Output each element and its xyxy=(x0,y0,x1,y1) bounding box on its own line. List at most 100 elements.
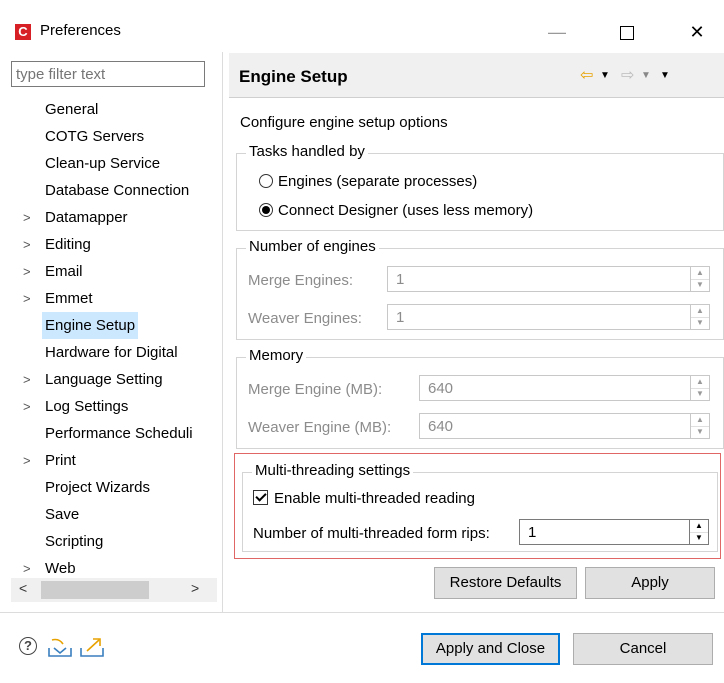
radio-designer-indicator[interactable] xyxy=(259,203,273,217)
expand-chevron-icon[interactable]: > xyxy=(23,393,31,420)
forward-dropdown-icon[interactable]: ▼ xyxy=(641,70,651,81)
tasks-group: Tasks handled by xyxy=(236,143,724,231)
tree-item-label: COTG Servers xyxy=(45,128,145,145)
restore-defaults-button[interactable]: Restore Defaults xyxy=(434,567,577,599)
tree-item-label: Scripting xyxy=(45,533,104,550)
forward-arrow-icon[interactable]: ⇨ xyxy=(621,65,634,85)
apply-and-close-button[interactable]: Apply and Close xyxy=(421,633,560,665)
radio-engines-indicator[interactable] xyxy=(259,174,273,188)
maximize-button[interactable] xyxy=(604,14,650,50)
app-logo-icon: C xyxy=(15,24,31,40)
apply-button[interactable]: Apply xyxy=(585,567,715,599)
tree-horizontal-scrollbar[interactable]: < > xyxy=(11,578,217,602)
radio-designer[interactable]: Connect Designer (uses less memory) xyxy=(259,202,533,219)
merge-memory-spinner: 640 ▲ ▼ xyxy=(419,375,710,401)
tree-item[interactable]: COTG Servers xyxy=(11,123,217,150)
tree-item-label: General xyxy=(45,101,99,118)
weaver-engines-label: Weaver Engines: xyxy=(248,310,362,327)
filter-input[interactable] xyxy=(11,61,205,87)
checkbox-checked-icon[interactable] xyxy=(253,490,268,505)
spin-down-icon: ▼ xyxy=(696,280,704,289)
tree-item-label: Emmet xyxy=(45,290,93,307)
footer-divider xyxy=(0,612,724,613)
tree-item[interactable]: > Print xyxy=(11,447,217,474)
back-dropdown-icon[interactable]: ▼ xyxy=(600,70,610,81)
tree-item[interactable]: > Datamapper xyxy=(11,204,217,231)
tree-item[interactable]: Engine Setup xyxy=(11,312,217,339)
weaver-engines-value: 1 xyxy=(396,309,405,326)
page-title: Engine Setup xyxy=(239,67,348,86)
tree-item-label: Clean-up Service xyxy=(45,155,161,172)
page-header: Engine Setup ⇦ ▼ ⇨ ▼ ▼ xyxy=(229,53,724,98)
merge-memory-label: Merge Engine (MB): xyxy=(248,381,383,398)
form-rips-label: Number of multi-threaded form rips: xyxy=(253,525,490,542)
tree-item-label: Engine Setup xyxy=(42,312,139,339)
import-icon[interactable] xyxy=(47,636,73,658)
panel-divider[interactable] xyxy=(222,52,223,612)
expand-chevron-icon[interactable]: > xyxy=(23,258,31,285)
tree-item-label: Database Connection xyxy=(45,182,190,199)
merge-memory-value: 640 xyxy=(428,380,454,397)
enable-multithread-checkbox[interactable]: Enable multi-threaded reading xyxy=(253,490,475,507)
scroll-right-icon[interactable]: > xyxy=(191,580,199,596)
page-description: Configure engine setup options xyxy=(240,114,448,131)
tree-item[interactable]: Database Connection xyxy=(11,177,217,204)
title-bar: C Preferences — ✕ xyxy=(0,0,724,50)
cancel-button[interactable]: Cancel xyxy=(573,633,713,665)
help-icon[interactable]: ? xyxy=(19,637,37,655)
expand-chevron-icon[interactable]: > xyxy=(23,447,31,474)
tree-item[interactable]: General xyxy=(11,96,217,123)
weaver-memory-spinner: 640 ▲ ▼ xyxy=(419,413,710,439)
tree-item-label: Language Setting xyxy=(45,371,163,388)
expand-chevron-icon[interactable]: > xyxy=(23,285,31,312)
merge-engines-label: Merge Engines: xyxy=(248,272,354,289)
scrollbar-thumb[interactable] xyxy=(41,581,149,599)
weaver-engines-spinner: 1 ▲ ▼ xyxy=(387,304,710,330)
tree-item[interactable]: Save xyxy=(11,501,217,528)
tree-item-label: Editing xyxy=(45,236,91,253)
spin-down-icon: ▼ xyxy=(696,427,704,436)
tree-item[interactable]: Clean-up Service xyxy=(11,150,217,177)
form-rips-value[interactable]: 1 xyxy=(528,524,536,541)
tree-item[interactable]: Performance Scheduli xyxy=(11,420,217,447)
tree-item-label: Print xyxy=(45,452,76,469)
threading-legend: Multi-threading settings xyxy=(252,462,414,479)
expand-chevron-icon[interactable]: > xyxy=(23,231,31,258)
tree-item-label: Hardware for Digital xyxy=(45,344,178,361)
tree-item[interactable]: Project Wizards xyxy=(11,474,217,501)
tree-item-label: Email xyxy=(45,263,83,280)
spin-down-icon: ▼ xyxy=(696,318,704,327)
minimize-button[interactable]: — xyxy=(534,14,580,50)
radio-engines-label: Engines (separate processes) xyxy=(278,173,478,190)
tree-item[interactable]: > Email xyxy=(11,258,217,285)
radio-engines[interactable]: Engines (separate processes) xyxy=(259,173,477,190)
export-icon[interactable] xyxy=(79,636,105,658)
expand-chevron-icon[interactable]: > xyxy=(23,366,31,393)
window-title: Preferences xyxy=(40,22,121,39)
radio-designer-label: Connect Designer (uses less memory) xyxy=(278,202,534,219)
tree-item-label: Log Settings xyxy=(45,398,129,415)
tree-item[interactable]: Scripting xyxy=(11,528,217,555)
form-rips-spinner[interactable]: 1 ▲ ▼ xyxy=(519,519,709,545)
tree-item-label: Datamapper xyxy=(45,209,128,226)
back-arrow-icon[interactable]: ⇦ xyxy=(580,65,593,85)
tree-item[interactable]: > Log Settings xyxy=(11,393,217,420)
tree-item[interactable]: Hardware for Digital xyxy=(11,339,217,366)
tree-item[interactable]: > Emmet xyxy=(11,285,217,312)
view-menu-icon[interactable]: ▼ xyxy=(660,70,670,81)
tree-item[interactable]: > Editing xyxy=(11,231,217,258)
maximize-icon xyxy=(620,26,634,41)
merge-engines-value: 1 xyxy=(396,271,405,288)
tree-item-label: Project Wizards xyxy=(45,479,151,496)
spin-down-icon: ▼ xyxy=(696,389,704,398)
tasks-legend: Tasks handled by xyxy=(246,143,368,160)
tree-item[interactable]: > Language Setting xyxy=(11,366,217,393)
weaver-memory-label: Weaver Engine (MB): xyxy=(248,419,392,436)
expand-chevron-icon[interactable]: > xyxy=(23,204,31,231)
scroll-left-icon[interactable]: < xyxy=(19,580,27,596)
enable-multithread-label: Enable multi-threaded reading xyxy=(274,490,475,507)
tree-item-label: Performance Scheduli xyxy=(45,425,193,442)
weaver-memory-value: 640 xyxy=(428,418,454,435)
spin-down-icon[interactable]: ▼ xyxy=(690,532,708,544)
close-button[interactable]: ✕ xyxy=(674,14,720,50)
